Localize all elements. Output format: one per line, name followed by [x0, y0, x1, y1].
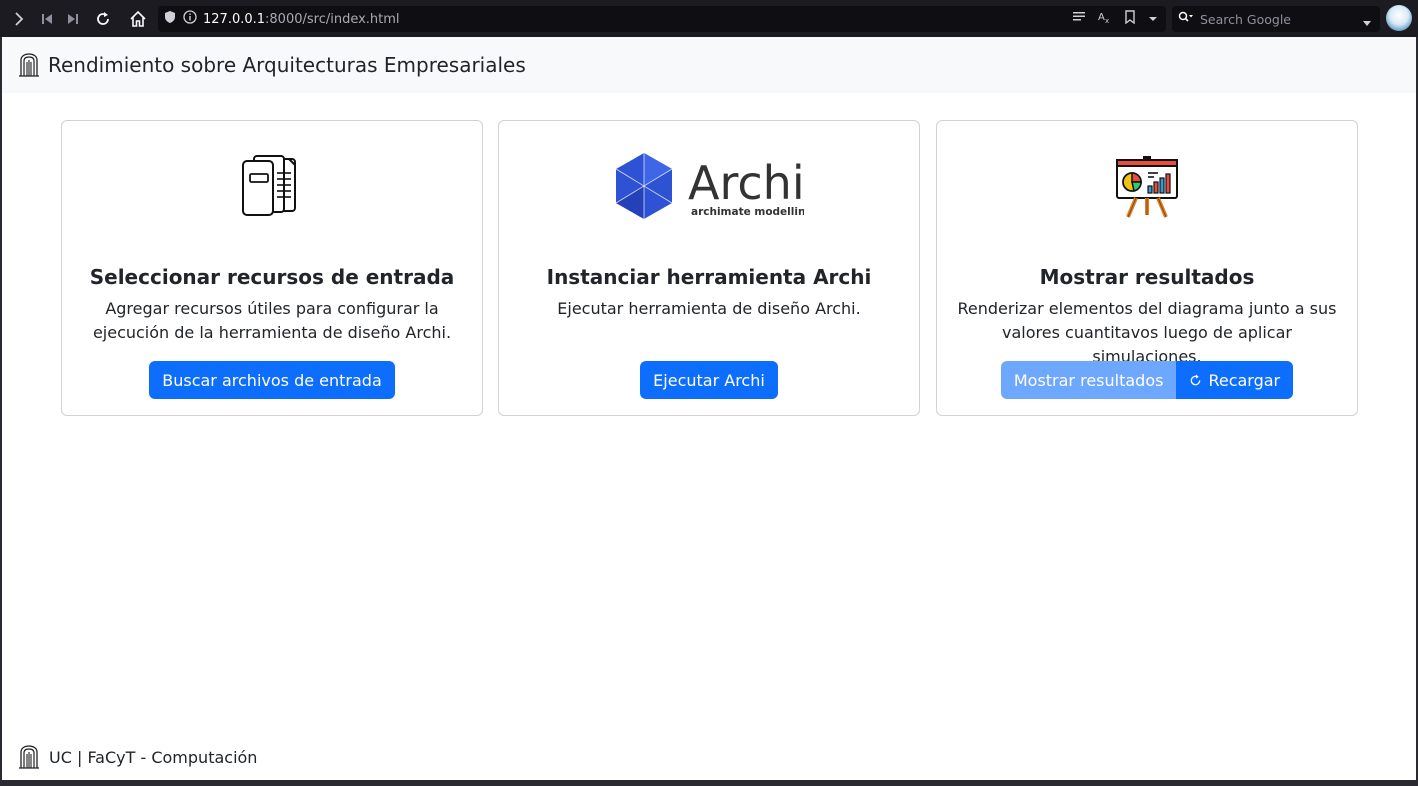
card-text: Agregar recursos útiles para configurar … [92, 299, 452, 342]
card-image [937, 153, 1357, 221]
skip-forward-icon[interactable] [60, 6, 86, 32]
card-select-resources: Seleccionar recursos de entrada Agregar … [61, 120, 483, 416]
card-title: Seleccionar recursos de entrada [89, 265, 455, 289]
svg-text:x: x [1105, 17, 1109, 24]
avatar[interactable] [1386, 5, 1412, 31]
browse-input-files-button[interactable]: Buscar archivos de entrada [149, 361, 395, 399]
navbar: Rendimiento sobre Arquitecturas Empresar… [2, 37, 1416, 93]
reload-icon [1191, 373, 1201, 385]
reload-button-label: Recargar [1208, 370, 1281, 390]
search-chevron-down-icon[interactable] [1362, 15, 1372, 33]
translate-icon[interactable]: Ax [1098, 10, 1112, 29]
card-text: Ejecutar herramienta de diseño Archi. [557, 299, 861, 318]
page: Rendimiento sobre Arquitecturas Empresar… [2, 37, 1416, 780]
card-title: Instanciar herramienta Archi [546, 265, 872, 289]
button-group: Mostrar resultados Recargar [937, 361, 1357, 399]
url-path: :8000/src/index.html [265, 11, 400, 27]
card-show-results: Mostrar resultados Renderizar elementos … [936, 120, 1358, 416]
footer-text: UC | FaCyT - Computación [49, 747, 258, 767]
show-results-button[interactable]: Mostrar resultados [1000, 361, 1177, 399]
uc-logo-icon [19, 53, 39, 77]
card-image: Archi archimate modelling [499, 153, 919, 221]
presentation-chart-icon [1116, 156, 1178, 218]
url-host: 127.0.0.1 [203, 11, 266, 27]
card-archi-tool: Archi archimate modelling Instanciar her… [498, 120, 920, 416]
browser-toolbar: 127.0.0.1:8000/src/index.html Ax Search … [0, 0, 1418, 37]
chevron-down-icon[interactable] [1148, 10, 1158, 28]
archi-logo-word: Archi [688, 156, 804, 210]
reload-button[interactable]: Recargar [1176, 361, 1294, 399]
skip-back-icon[interactable] [34, 6, 60, 32]
url-bar[interactable]: 127.0.0.1:8000/src/index.html Ax [158, 6, 1166, 32]
archi-logo-tagline: archimate modelling [691, 206, 804, 218]
footer: UC | FaCyT - Computación [17, 744, 257, 770]
search-icon [1178, 10, 1194, 28]
run-archi-button[interactable]: Ejecutar Archi [640, 361, 778, 399]
card-image [62, 153, 482, 221]
card-title: Mostrar resultados [1039, 265, 1255, 289]
info-icon[interactable] [183, 9, 197, 29]
window-bottom-edge [0, 780, 1418, 786]
uc-logo-icon [19, 745, 39, 769]
svg-text:A: A [1098, 12, 1105, 23]
url-text: 127.0.0.1:8000/src/index.html [203, 12, 400, 27]
archi-logo: Archi archimate modelling [615, 153, 804, 219]
reload-icon[interactable] [90, 6, 116, 32]
search-input[interactable]: Search Google [1200, 12, 1291, 27]
reader-view-icon[interactable] [1072, 10, 1086, 28]
card-text: Renderizar elementos del diagrama junto … [957, 299, 1337, 366]
bookmark-icon[interactable] [1124, 9, 1136, 29]
home-icon[interactable] [125, 6, 151, 32]
documents-icon [242, 155, 296, 216]
search-bar[interactable]: Search Google [1172, 6, 1380, 32]
shield-icon[interactable] [164, 10, 176, 29]
forward-icon[interactable] [6, 6, 32, 32]
page-title[interactable]: Rendimiento sobre Arquitecturas Empresar… [48, 53, 526, 77]
